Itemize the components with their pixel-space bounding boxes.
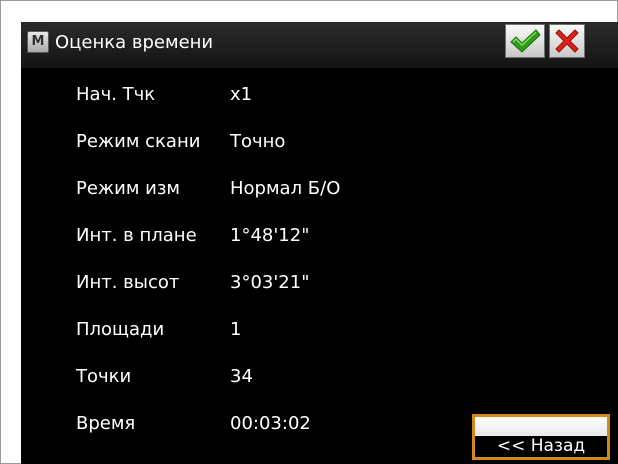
field-value: 34 xyxy=(230,366,253,387)
field-row-areas: Площади 1 xyxy=(21,318,618,342)
field-row-horizontal-interval: Инт. в плане 1°48'12" xyxy=(21,224,618,248)
field-label: Точки xyxy=(76,366,132,387)
field-row-points: Точки 34 xyxy=(21,365,618,389)
field-label: Инт. в плане xyxy=(76,225,197,246)
field-label: Режим скани xyxy=(76,131,201,152)
field-value: x1 xyxy=(230,84,253,105)
close-x-icon xyxy=(555,29,579,53)
back-button-highlight xyxy=(475,417,607,436)
field-value: 00:03:02 xyxy=(230,413,311,434)
field-value: 3°03'21" xyxy=(230,272,310,293)
field-value: Нормал Б/О xyxy=(230,178,341,199)
field-label: Режим изм xyxy=(76,178,180,199)
field-value: 1°48'12" xyxy=(230,225,310,246)
field-row-measure-mode: Режим изм Нормал Б/О xyxy=(21,177,618,201)
field-row-scan-mode: Режим скани Точно xyxy=(21,130,618,154)
field-label: Инт. высот xyxy=(76,272,180,293)
title-bar: M Оценка времени xyxy=(21,22,618,68)
menu-button[interactable]: M xyxy=(27,31,49,53)
field-label: Время xyxy=(76,413,136,434)
device-screen: M Оценка времени Нач. Тчк x1 Режим скани… xyxy=(21,22,618,464)
back-button-label: << Назад xyxy=(475,436,607,457)
field-row-start-point: Нач. Тчк x1 xyxy=(21,83,618,107)
cancel-button[interactable] xyxy=(549,24,585,58)
field-row-vertical-interval: Инт. высот 3°03'21" xyxy=(21,271,618,295)
field-value: 1 xyxy=(230,319,242,340)
back-button[interactable]: << Назад xyxy=(472,414,610,460)
field-label: Площади xyxy=(76,319,165,340)
checkmark-icon xyxy=(510,29,541,53)
window-title: Оценка времени xyxy=(55,32,214,53)
ok-button[interactable] xyxy=(505,24,545,58)
fields-panel: Нач. Тчк x1 Режим скани Точно Режим изм … xyxy=(21,68,618,464)
field-label: Нач. Тчк xyxy=(76,84,156,105)
field-value: Точно xyxy=(230,131,286,152)
